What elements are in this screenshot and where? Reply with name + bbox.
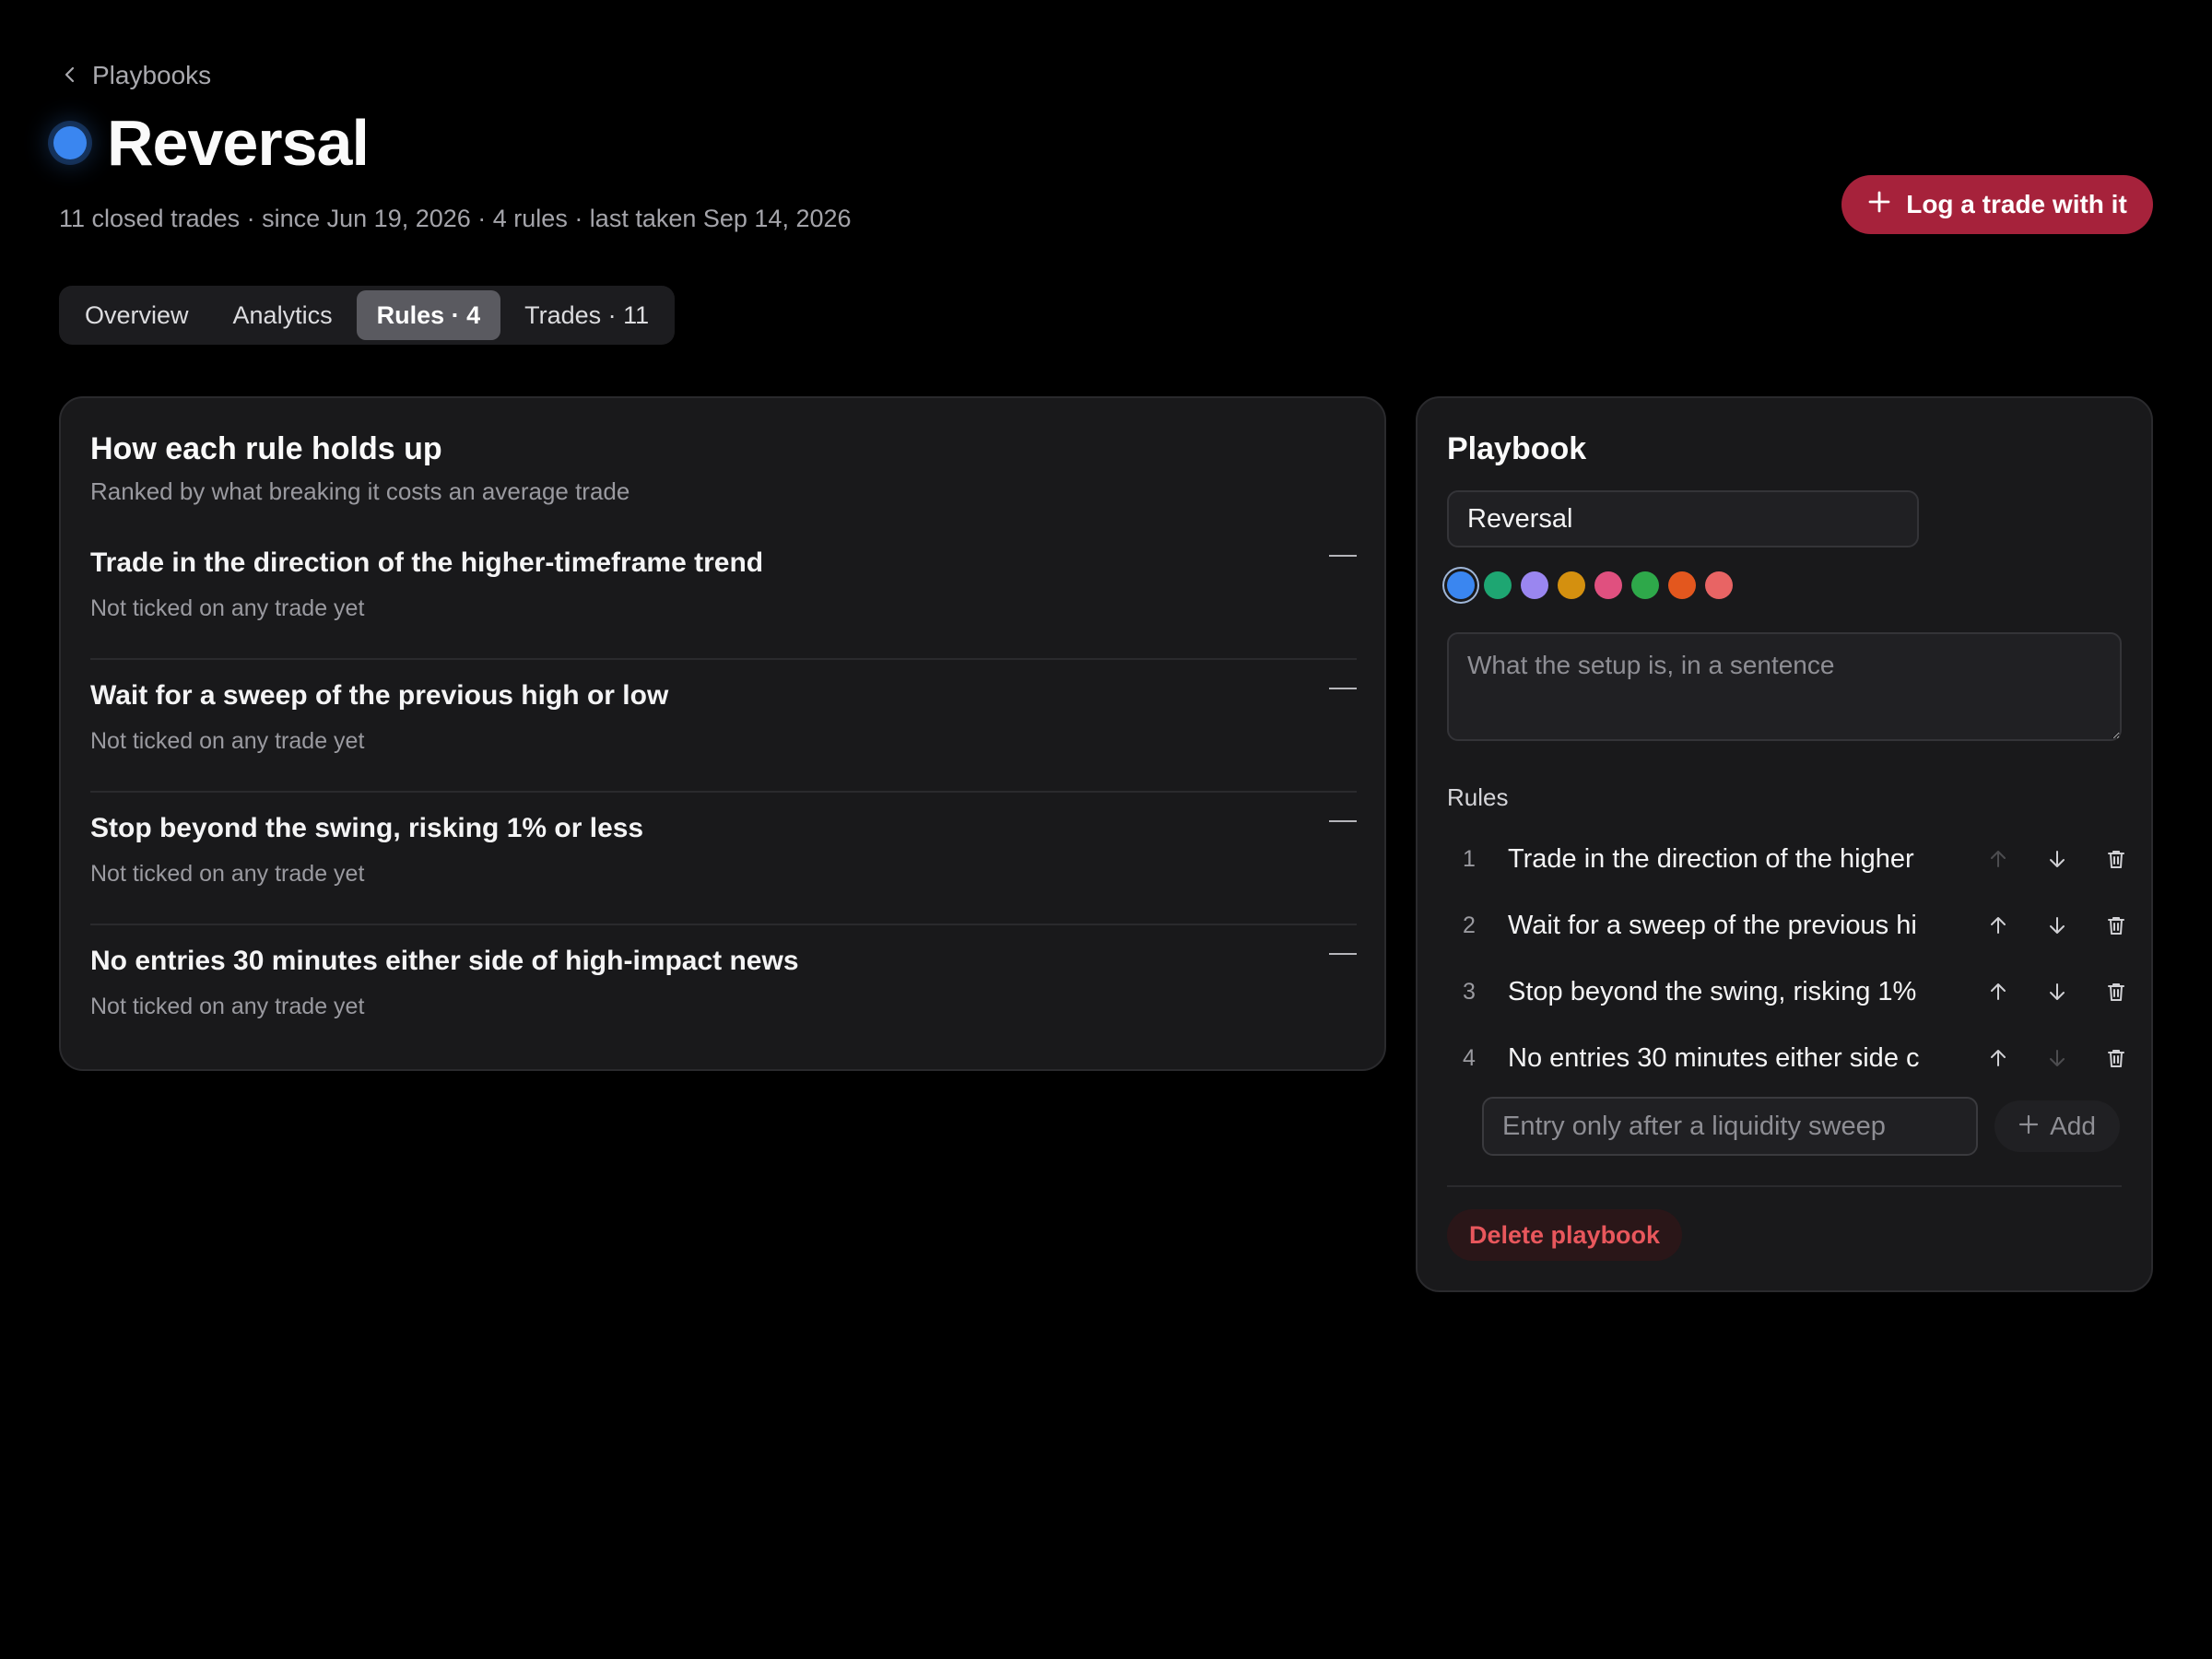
color-picker xyxy=(1447,571,1733,599)
rule-analysis-title: How each rule holds up xyxy=(90,431,442,466)
page-title: Reversal xyxy=(107,107,370,179)
table-row: 4 No entries 30 minutes either side c xyxy=(1447,1025,2124,1091)
trash-icon[interactable] xyxy=(2098,973,2135,1010)
playbook-color-dot xyxy=(53,126,87,159)
trash-icon[interactable] xyxy=(2098,1040,2135,1077)
list-item: Wait for a sweep of the previous high or… xyxy=(90,660,1357,793)
chevron-left-icon xyxy=(61,61,79,90)
color-swatch-blue[interactable] xyxy=(1447,571,1475,599)
add-rule-label: Add xyxy=(2050,1112,2096,1140)
rule-analysis-card: How each rule holds up Ranked by what br… xyxy=(59,396,1386,1071)
tab-rules[interactable]: Rules · 4 xyxy=(356,290,501,340)
playbook-editor-card: Playbook Rules 1 Trade in the direction … xyxy=(1416,396,2153,1292)
rule-text[interactable]: Trade in the direction of the higher xyxy=(1508,844,1928,875)
move-up-icon[interactable] xyxy=(1980,907,2017,944)
table-row: 1 Trade in the direction of the higher xyxy=(1447,826,2124,892)
rule-number: 2 xyxy=(1463,912,1476,938)
log-trade-label: Log a trade with it xyxy=(1906,190,2127,218)
tab-bar: Overview Analytics Rules · 4 Trades · 11 xyxy=(59,286,676,345)
move-down-icon[interactable] xyxy=(2039,973,2076,1010)
page-subtitle: 11 closed trades · since Jun 19, 2026 · … xyxy=(59,205,852,232)
new-rule-input[interactable] xyxy=(1482,1097,1978,1156)
color-swatch-teal[interactable] xyxy=(1484,571,1512,599)
rules-section-label: Rules xyxy=(1447,783,1509,811)
rule-name: Stop beyond the swing, risking 1% or les… xyxy=(90,813,644,843)
divider xyxy=(1447,1185,2122,1187)
dash-icon xyxy=(1329,688,1357,689)
playbook-description-field[interactable] xyxy=(1447,632,2122,741)
back-link-label: Playbooks xyxy=(92,61,212,89)
move-up-icon[interactable] xyxy=(1980,1040,2017,1077)
table-row: 2 Wait for a sweep of the previous hi xyxy=(1447,892,2124,959)
color-swatch-red[interactable] xyxy=(1705,571,1733,599)
playbook-editor-title: Playbook xyxy=(1447,431,1587,466)
color-swatch-green[interactable] xyxy=(1631,571,1659,599)
color-swatch-orange[interactable] xyxy=(1668,571,1696,599)
color-swatch-purple[interactable] xyxy=(1521,571,1548,599)
dash-icon xyxy=(1329,953,1357,955)
table-row: 3 Stop beyond the swing, risking 1% xyxy=(1447,959,2124,1025)
playbook-name-input[interactable] xyxy=(1447,490,1919,547)
dash-icon xyxy=(1329,555,1357,557)
list-item: No entries 30 minutes either side of hig… xyxy=(90,925,1357,1058)
dash-icon xyxy=(1329,820,1357,822)
rule-analysis-subtitle: Ranked by what breaking it costs an aver… xyxy=(90,477,630,505)
tab-overview[interactable]: Overview xyxy=(65,290,209,340)
rule-name: Wait for a sweep of the previous high or… xyxy=(90,680,669,711)
rule-status: Not ticked on any trade yet xyxy=(90,595,365,621)
move-up-icon[interactable] xyxy=(1980,973,2017,1010)
log-trade-button[interactable]: Log a trade with it xyxy=(1841,175,2153,234)
delete-playbook-button[interactable]: Delete playbook xyxy=(1447,1209,1683,1261)
add-rule-button[interactable]: Add xyxy=(1994,1100,2120,1152)
back-link[interactable]: Playbooks xyxy=(61,61,211,90)
rule-text[interactable]: Stop beyond the swing, risking 1% xyxy=(1508,977,1928,1007)
tab-analytics[interactable]: Analytics xyxy=(213,290,353,340)
rule-name: No entries 30 minutes either side of hig… xyxy=(90,946,799,976)
rule-text[interactable]: Wait for a sweep of the previous hi xyxy=(1508,911,1928,941)
editable-rule-list: 1 Trade in the direction of the higher 2… xyxy=(1447,826,2124,1091)
rule-status: Not ticked on any trade yet xyxy=(90,728,365,754)
plus-icon xyxy=(1867,190,1891,220)
rule-text[interactable]: No entries 30 minutes either side c xyxy=(1508,1043,1928,1074)
plus-icon xyxy=(2018,1112,2039,1141)
tab-trades[interactable]: Trades · 11 xyxy=(504,290,669,340)
move-up-icon[interactable] xyxy=(1980,841,2017,877)
rule-status: Not ticked on any trade yet xyxy=(90,861,365,887)
move-down-icon[interactable] xyxy=(2039,841,2076,877)
rule-name: Trade in the direction of the higher-tim… xyxy=(90,547,764,578)
rule-analysis-list: Trade in the direction of the higher-tim… xyxy=(90,527,1357,1058)
rule-status: Not ticked on any trade yet xyxy=(90,994,365,1019)
rule-number: 4 xyxy=(1463,1044,1476,1071)
move-down-icon[interactable] xyxy=(2039,907,2076,944)
move-down-icon[interactable] xyxy=(2039,1040,2076,1077)
trash-icon[interactable] xyxy=(2098,907,2135,944)
rule-number: 1 xyxy=(1463,845,1476,872)
rule-number: 3 xyxy=(1463,978,1476,1005)
color-swatch-amber[interactable] xyxy=(1558,571,1585,599)
trash-icon[interactable] xyxy=(2098,841,2135,877)
page-header: Reversal xyxy=(53,107,370,179)
list-item: Stop beyond the swing, risking 1% or les… xyxy=(90,793,1357,925)
list-item: Trade in the direction of the higher-tim… xyxy=(90,527,1357,660)
color-swatch-pink[interactable] xyxy=(1594,571,1622,599)
